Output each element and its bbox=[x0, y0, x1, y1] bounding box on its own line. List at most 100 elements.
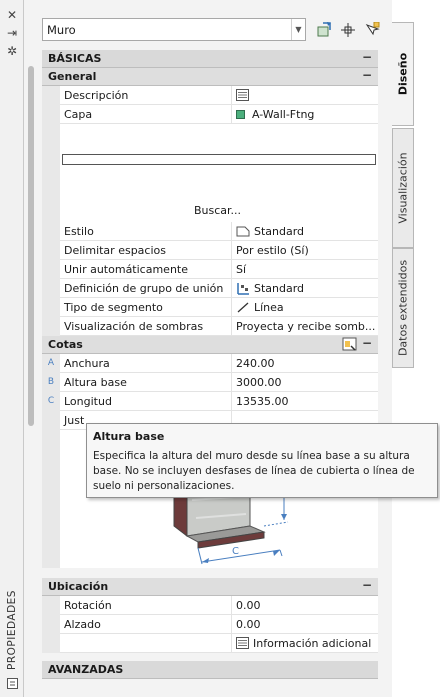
palette-settings-icon[interactable]: ✲ bbox=[5, 44, 19, 58]
collapse-icon[interactable]: − bbox=[361, 337, 373, 350]
property-row-unir[interactable]: Unir automáticamente Sí bbox=[42, 259, 378, 279]
tab-label: Datos extendidos bbox=[396, 259, 410, 357]
property-row-descripcion[interactable]: Descripción bbox=[42, 85, 378, 105]
property-value[interactable]: A-Wall-Ftng bbox=[232, 105, 378, 124]
property-name: Rotación bbox=[60, 595, 232, 615]
property-name: Longitud bbox=[60, 391, 232, 411]
collapse-icon[interactable]: − bbox=[361, 579, 373, 592]
pickadd-icon[interactable] bbox=[362, 20, 382, 40]
section-label: Ubicación bbox=[48, 580, 109, 593]
property-value[interactable]: Standard bbox=[232, 279, 378, 298]
style-value: Standard bbox=[254, 224, 305, 238]
property-name: Anchura bbox=[60, 353, 232, 373]
segment-value: Línea bbox=[254, 300, 284, 314]
section-general[interactable]: General − bbox=[42, 68, 378, 86]
dimension-settings-icon[interactable] bbox=[342, 337, 358, 352]
property-value[interactable]: Sí bbox=[232, 260, 378, 279]
dimension-letter: C bbox=[42, 391, 60, 411]
property-name: Definición de grupo de unión bbox=[60, 278, 232, 298]
property-name: Capa bbox=[60, 104, 232, 124]
property-value[interactable]: 240.00 bbox=[232, 354, 378, 373]
dimension-label-c: C bbox=[232, 546, 239, 557]
style-icon bbox=[236, 226, 250, 237]
property-value[interactable]: 3000.00 bbox=[232, 373, 378, 392]
property-grid: BÁSICAS − General − Descripción Capa A-W… bbox=[42, 50, 378, 679]
property-value[interactable]: Por estilo (Sí) bbox=[232, 241, 378, 260]
dimension-letter: B bbox=[42, 372, 60, 392]
dimension-letter: A bbox=[42, 353, 60, 373]
object-type-dropdown[interactable]: Muro ▼ bbox=[42, 18, 306, 41]
property-name bbox=[60, 633, 232, 653]
property-value[interactable]: Standard bbox=[232, 222, 378, 241]
document-icon[interactable] bbox=[236, 89, 249, 101]
preview-box bbox=[62, 154, 376, 165]
property-row-sombras[interactable]: Visualización de sombras Proyecta y reci… bbox=[42, 316, 378, 336]
tab-label: Visualización bbox=[396, 152, 410, 224]
property-name: Delimitar espacios bbox=[60, 240, 232, 260]
property-row-tipo-segmento[interactable]: Tipo de segmento Línea bbox=[42, 297, 378, 317]
property-name: Estilo bbox=[60, 221, 232, 241]
quick-select-icon[interactable] bbox=[314, 20, 334, 40]
section-basicas[interactable]: BÁSICAS − bbox=[42, 50, 378, 68]
tab-diseno[interactable]: Diseño bbox=[392, 22, 414, 126]
property-value[interactable]: Proyecta y recibe somb... bbox=[232, 317, 378, 336]
property-name: Alzado bbox=[60, 614, 232, 634]
tooltip-body: Especifica la altura del muro desde su l… bbox=[93, 450, 415, 492]
tab-datos-extendidos[interactable]: Datos extendidos bbox=[392, 248, 414, 368]
property-name: Tipo de segmento bbox=[60, 297, 232, 317]
section-label: Cotas bbox=[48, 338, 83, 351]
property-row-delimitar[interactable]: Delimitar espacios Por estilo (Sí) bbox=[42, 240, 378, 260]
property-value[interactable] bbox=[232, 86, 378, 105]
palette-title: PROPIEDADES bbox=[6, 590, 18, 670]
section-label: BÁSICAS bbox=[48, 52, 102, 65]
object-type-value: Muro bbox=[47, 22, 76, 37]
collapse-icon[interactable]: − bbox=[361, 69, 373, 82]
section-cotas[interactable]: Cotas − bbox=[42, 336, 378, 354]
collapse-icon[interactable]: − bbox=[361, 51, 373, 64]
preview-area: Buscar... bbox=[42, 124, 378, 222]
document-icon[interactable] bbox=[236, 637, 249, 649]
property-row-estilo[interactable]: Estilo Standard bbox=[42, 221, 378, 241]
property-row-grupo-union[interactable]: Definición de grupo de unión Standard bbox=[42, 278, 378, 298]
join-group-value: Standard bbox=[254, 281, 305, 295]
property-name: Altura base bbox=[60, 372, 232, 392]
close-icon[interactable]: ✕ bbox=[5, 8, 19, 22]
join-group-icon bbox=[237, 282, 249, 295]
property-row-longitud[interactable]: C Longitud 13535.00 bbox=[42, 391, 378, 411]
section-avanzadas[interactable]: AVANZADAS bbox=[42, 661, 378, 679]
property-row-rotacion[interactable]: Rotación 0.00 bbox=[42, 595, 378, 615]
section-label: General bbox=[48, 70, 97, 83]
palette-tabs: Diseño Visualización Datos extendidos bbox=[392, 0, 440, 697]
palette-menu-icon[interactable] bbox=[5, 676, 19, 690]
property-value[interactable]: 13535.00 bbox=[232, 392, 378, 411]
property-name: Visualización de sombras bbox=[60, 316, 232, 336]
property-value[interactable]: Información adicional bbox=[232, 634, 378, 653]
property-value[interactable]: 0.00 bbox=[232, 596, 378, 615]
properties-panel: Muro ▼ BÁSICAS − General − Descripción C… bbox=[24, 0, 392, 697]
palette-title-bar: ✕ ⇥ ✲ PROPIEDADES bbox=[0, 0, 24, 697]
property-row-capa[interactable]: Capa A-Wall-Ftng bbox=[42, 104, 378, 124]
property-row-anchura[interactable]: A Anchura 240.00 bbox=[42, 353, 378, 373]
info-adicional-label: Información adicional bbox=[253, 636, 372, 650]
layer-color-swatch bbox=[236, 109, 245, 119]
property-row-info-adicional[interactable]: Información adicional bbox=[42, 633, 378, 653]
tooltip: Altura base Especifica la altura del mur… bbox=[86, 423, 438, 498]
scrollbar[interactable] bbox=[28, 66, 34, 426]
property-value[interactable]: 0.00 bbox=[232, 615, 378, 634]
select-objects-icon[interactable] bbox=[338, 20, 358, 40]
buscar-link[interactable]: Buscar... bbox=[194, 204, 241, 217]
tab-visualizacion[interactable]: Visualización bbox=[392, 128, 414, 248]
property-value[interactable]: Línea bbox=[232, 298, 378, 317]
layer-value: A-Wall-Ftng bbox=[252, 107, 315, 121]
property-name: Descripción bbox=[60, 85, 232, 105]
section-ubicacion[interactable]: Ubicación − bbox=[42, 578, 378, 596]
line-segment-icon bbox=[237, 302, 249, 312]
tab-label: Diseño bbox=[396, 52, 409, 96]
tooltip-title: Altura base bbox=[93, 430, 165, 443]
section-label: AVANZADAS bbox=[48, 663, 124, 676]
property-name: Unir automáticamente bbox=[60, 259, 232, 279]
property-row-alzado[interactable]: Alzado 0.00 bbox=[42, 614, 378, 634]
auto-hide-icon[interactable]: ⇥ bbox=[5, 26, 19, 40]
chevron-down-icon[interactable]: ▼ bbox=[291, 19, 305, 40]
property-row-altura-base[interactable]: B Altura base 3000.00 bbox=[42, 372, 378, 392]
